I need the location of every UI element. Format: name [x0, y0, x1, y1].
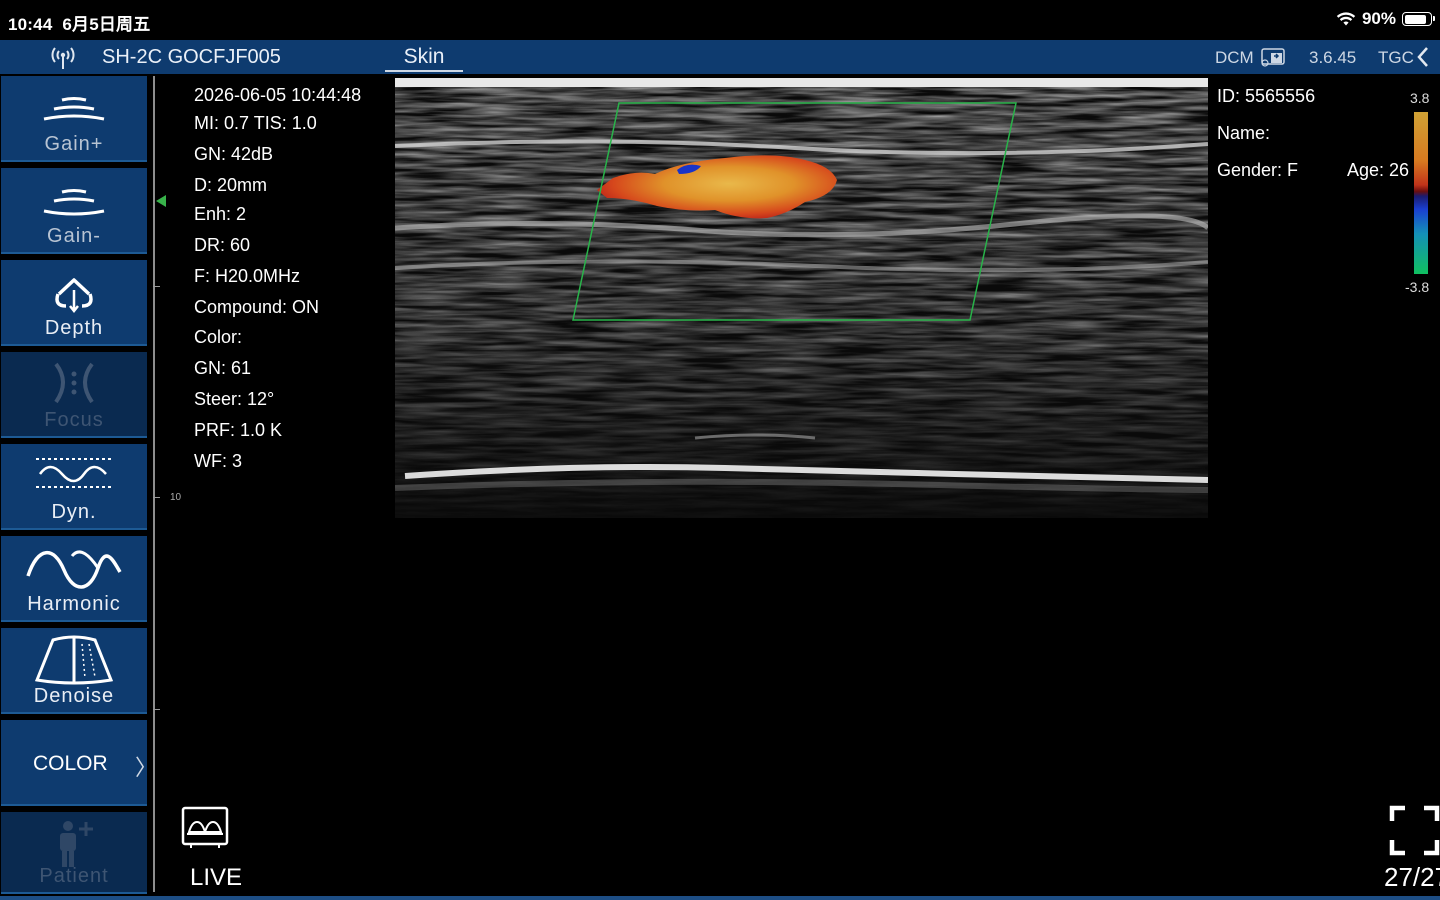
- denoise-button[interactable]: Denoise: [1, 628, 147, 714]
- device-name[interactable]: SH-2C GOCFJF005: [102, 46, 281, 69]
- harmonic-wave-icon: [26, 550, 122, 589]
- ultrasound-image[interactable]: [395, 78, 1208, 518]
- steer-readout: Steer: 12°: [194, 389, 275, 409]
- color-label: COLOR: [33, 752, 108, 775]
- bottom-strip: [0, 896, 1440, 900]
- tgc-label[interactable]: TGC: [1378, 48, 1414, 68]
- chevron-left-icon[interactable]: [1414, 45, 1432, 69]
- focus-icon: [54, 362, 94, 404]
- dyn-button[interactable]: Dyn.: [1, 444, 147, 530]
- gain-minus-button[interactable]: Gain-: [1, 168, 147, 254]
- gain-minus-label: Gain-: [47, 225, 101, 247]
- dynamic-range-readout: DR: 60: [194, 235, 251, 255]
- app-bar: SH-2C GOCFJF005 Skin DCM 3.6.45 TGC: [0, 40, 1440, 74]
- color-gain-readout: GN: 61: [194, 358, 252, 378]
- harmonic-button[interactable]: Harmonic: [1, 536, 147, 622]
- velocity-color-bar: [1414, 112, 1428, 274]
- patient-gender: Gender: F: [1217, 160, 1299, 180]
- wireless-probe-icon[interactable]: [48, 43, 78, 71]
- harmonic-label: Harmonic: [27, 593, 121, 615]
- depth-label: Depth: [44, 317, 104, 339]
- dcm-label[interactable]: DCM: [1215, 48, 1254, 68]
- preset-tab-skin[interactable]: Skin: [385, 45, 463, 72]
- live-freeze-icon[interactable]: [181, 806, 229, 850]
- patient-add-icon: [60, 821, 93, 867]
- patient-age: Age: 26: [1347, 160, 1410, 180]
- wall-filter-readout: WF: 3: [194, 451, 242, 471]
- depth-readout: D: 20mm: [194, 175, 268, 195]
- gain-plus-button[interactable]: Gain+: [1, 76, 147, 162]
- dyn-label: Dyn.: [51, 501, 97, 523]
- depth-tick: [153, 286, 160, 287]
- app-version: 3.6.45: [1309, 48, 1357, 67]
- patient-button[interactable]: Patient: [1, 812, 147, 894]
- enhancement-readout: Enh: 2: [194, 204, 247, 224]
- wifi-icon: [1336, 12, 1356, 26]
- gain-down-icon: [43, 189, 105, 216]
- gain-plus-label: Gain+: [44, 133, 104, 155]
- dynamic-range-icon: [36, 458, 112, 488]
- velocity-scale-min: -3.8: [1405, 279, 1430, 295]
- prf-readout: PRF: 1.0 K: [194, 420, 283, 440]
- patient-label: Patient: [39, 865, 109, 887]
- status-bar: 10:44 6月5日周五 90%: [0, 0, 1440, 40]
- frame-counter: 27/27: [1384, 862, 1440, 892]
- mi-tis-readout: MI: 0.7 TIS: 1.0: [194, 113, 317, 133]
- battery-icon: [1402, 12, 1435, 26]
- frequency-readout: F: H20.0MHz: [194, 266, 301, 286]
- depth-scale: [153, 76, 155, 892]
- patient-name: Name:: [1217, 123, 1271, 143]
- patient-id: ID: 5565556: [1217, 86, 1316, 106]
- gain-readout: GN: 42dB: [194, 144, 274, 164]
- left-toolbar: Gain+ Gain- Depth Focus Dyn. Harmonic De…: [0, 76, 157, 900]
- focus-label: Focus: [44, 409, 104, 431]
- battery-percent: 90%: [1361, 9, 1396, 28]
- depth-icon: [55, 278, 93, 314]
- depth-button[interactable]: Depth: [1, 260, 147, 346]
- status-time: 10:44 6月5日周五: [8, 15, 151, 34]
- color-mode-button[interactable]: COLOR 〉: [1, 720, 157, 806]
- depth-tick: [153, 497, 160, 498]
- status-date: 6月5日周五: [62, 15, 151, 34]
- denoise-label: Denoise: [33, 685, 115, 707]
- gain-up-icon: [43, 97, 105, 121]
- fullscreen-icon[interactable]: [1389, 805, 1440, 856]
- velocity-scale-max: 3.8: [1410, 90, 1430, 106]
- focus-marker[interactable]: [156, 195, 166, 207]
- color-section-label: Color:: [194, 327, 243, 347]
- depth-tick-label: 10: [170, 492, 182, 503]
- live-label[interactable]: LIVE: [190, 864, 242, 892]
- exam-datetime: 2026-06-05 10:44:48: [194, 85, 362, 105]
- depth-tick: [153, 709, 160, 710]
- focus-button[interactable]: Focus: [1, 352, 147, 438]
- dicom-transfer-icon[interactable]: [1258, 46, 1288, 68]
- compound-readout: Compound: ON: [194, 297, 320, 317]
- denoise-icon: [34, 635, 114, 685]
